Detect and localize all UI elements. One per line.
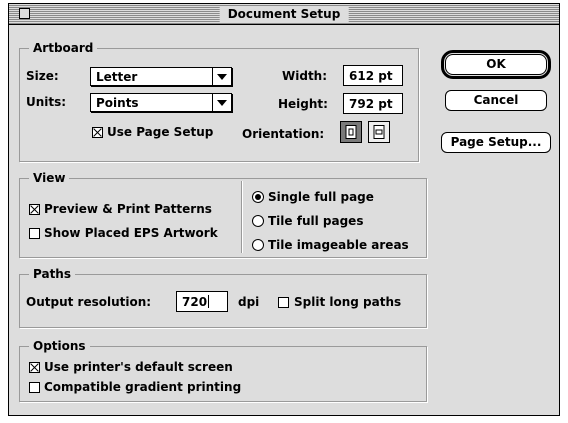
- paths-legend: Paths: [29, 266, 75, 282]
- show-placed-eps-label[interactable]: Show Placed EPS Artwork: [44, 225, 218, 241]
- radio-tile-full-pages[interactable]: [252, 215, 264, 227]
- dpi-label: dpi: [238, 295, 260, 309]
- use-page-setup-label[interactable]: Use Page Setup: [107, 124, 213, 140]
- artboard-legend: Artboard: [29, 40, 98, 56]
- document-setup-dialog: Document Setup Artboard Size: Letter Uni…: [8, 3, 560, 416]
- width-value: 612 pt: [349, 69, 393, 83]
- chevron-down-icon: [212, 68, 231, 85]
- height-label: Height:: [278, 97, 328, 111]
- view-group: View Preview & Print Patterns Show Place…: [19, 170, 427, 258]
- radio-tile-full-pages-label[interactable]: Tile full pages: [268, 213, 363, 229]
- ok-button[interactable]: OK: [441, 50, 551, 79]
- width-label: Width:: [282, 69, 328, 83]
- chevron-down-icon: [212, 94, 231, 111]
- size-label: Size:: [26, 69, 59, 83]
- title-bar[interactable]: Document Setup: [9, 4, 559, 25]
- preview-print-patterns-checkbox[interactable]: [29, 204, 40, 215]
- radio-single-full-page[interactable]: [252, 191, 264, 203]
- window-title: Document Setup: [219, 6, 349, 22]
- size-popup[interactable]: Letter: [90, 67, 232, 86]
- output-resolution-label: Output resolution:: [26, 295, 152, 309]
- radio-single-full-page-label[interactable]: Single full page: [268, 189, 374, 205]
- cancel-button[interactable]: Cancel: [445, 90, 547, 111]
- radio-tile-imageable-areas-label[interactable]: Tile imageable areas: [268, 237, 409, 253]
- output-resolution-value: 720: [182, 295, 208, 309]
- show-placed-eps-checkbox[interactable]: [29, 228, 40, 239]
- portrait-page-icon: [345, 125, 357, 139]
- split-long-paths-label[interactable]: Split long paths: [294, 294, 401, 310]
- orientation-portrait-button[interactable]: [340, 121, 362, 143]
- split-long-paths-checkbox[interactable]: [278, 297, 289, 308]
- height-value: 792 pt: [349, 97, 393, 111]
- output-resolution-field[interactable]: 720: [176, 291, 228, 312]
- options-group: Options Use printer's default screen Com…: [19, 338, 427, 402]
- view-legend: View: [29, 170, 70, 186]
- orientation-label: Orientation:: [242, 127, 325, 141]
- close-box-icon[interactable]: [19, 8, 30, 19]
- size-value: Letter: [96, 70, 138, 84]
- compatible-gradient-checkbox[interactable]: [29, 382, 40, 393]
- radio-tile-imageable-areas[interactable]: [252, 239, 264, 251]
- units-popup[interactable]: Points: [90, 93, 232, 112]
- use-page-setup-checkbox[interactable]: [92, 127, 103, 138]
- width-field[interactable]: 612 pt: [343, 65, 403, 86]
- units-label: Units:: [26, 95, 67, 109]
- page-setup-button[interactable]: Page Setup...: [441, 132, 551, 153]
- preview-print-patterns-label[interactable]: Preview & Print Patterns: [44, 201, 212, 217]
- landscape-page-icon: [373, 125, 385, 139]
- view-divider: [241, 181, 242, 253]
- options-legend: Options: [29, 338, 90, 354]
- printer-default-screen-label[interactable]: Use printer's default screen: [44, 359, 233, 375]
- printer-default-screen-checkbox[interactable]: [29, 362, 40, 373]
- compatible-gradient-label[interactable]: Compatible gradient printing: [44, 379, 241, 395]
- units-value: Points: [96, 96, 139, 110]
- height-field[interactable]: 792 pt: [343, 93, 403, 114]
- artboard-group: Artboard Size: Letter Units: Points Widt…: [19, 40, 419, 162]
- orientation-landscape-button[interactable]: [368, 121, 390, 143]
- paths-group: Paths Output resolution: 720 dpi Split l…: [19, 266, 427, 328]
